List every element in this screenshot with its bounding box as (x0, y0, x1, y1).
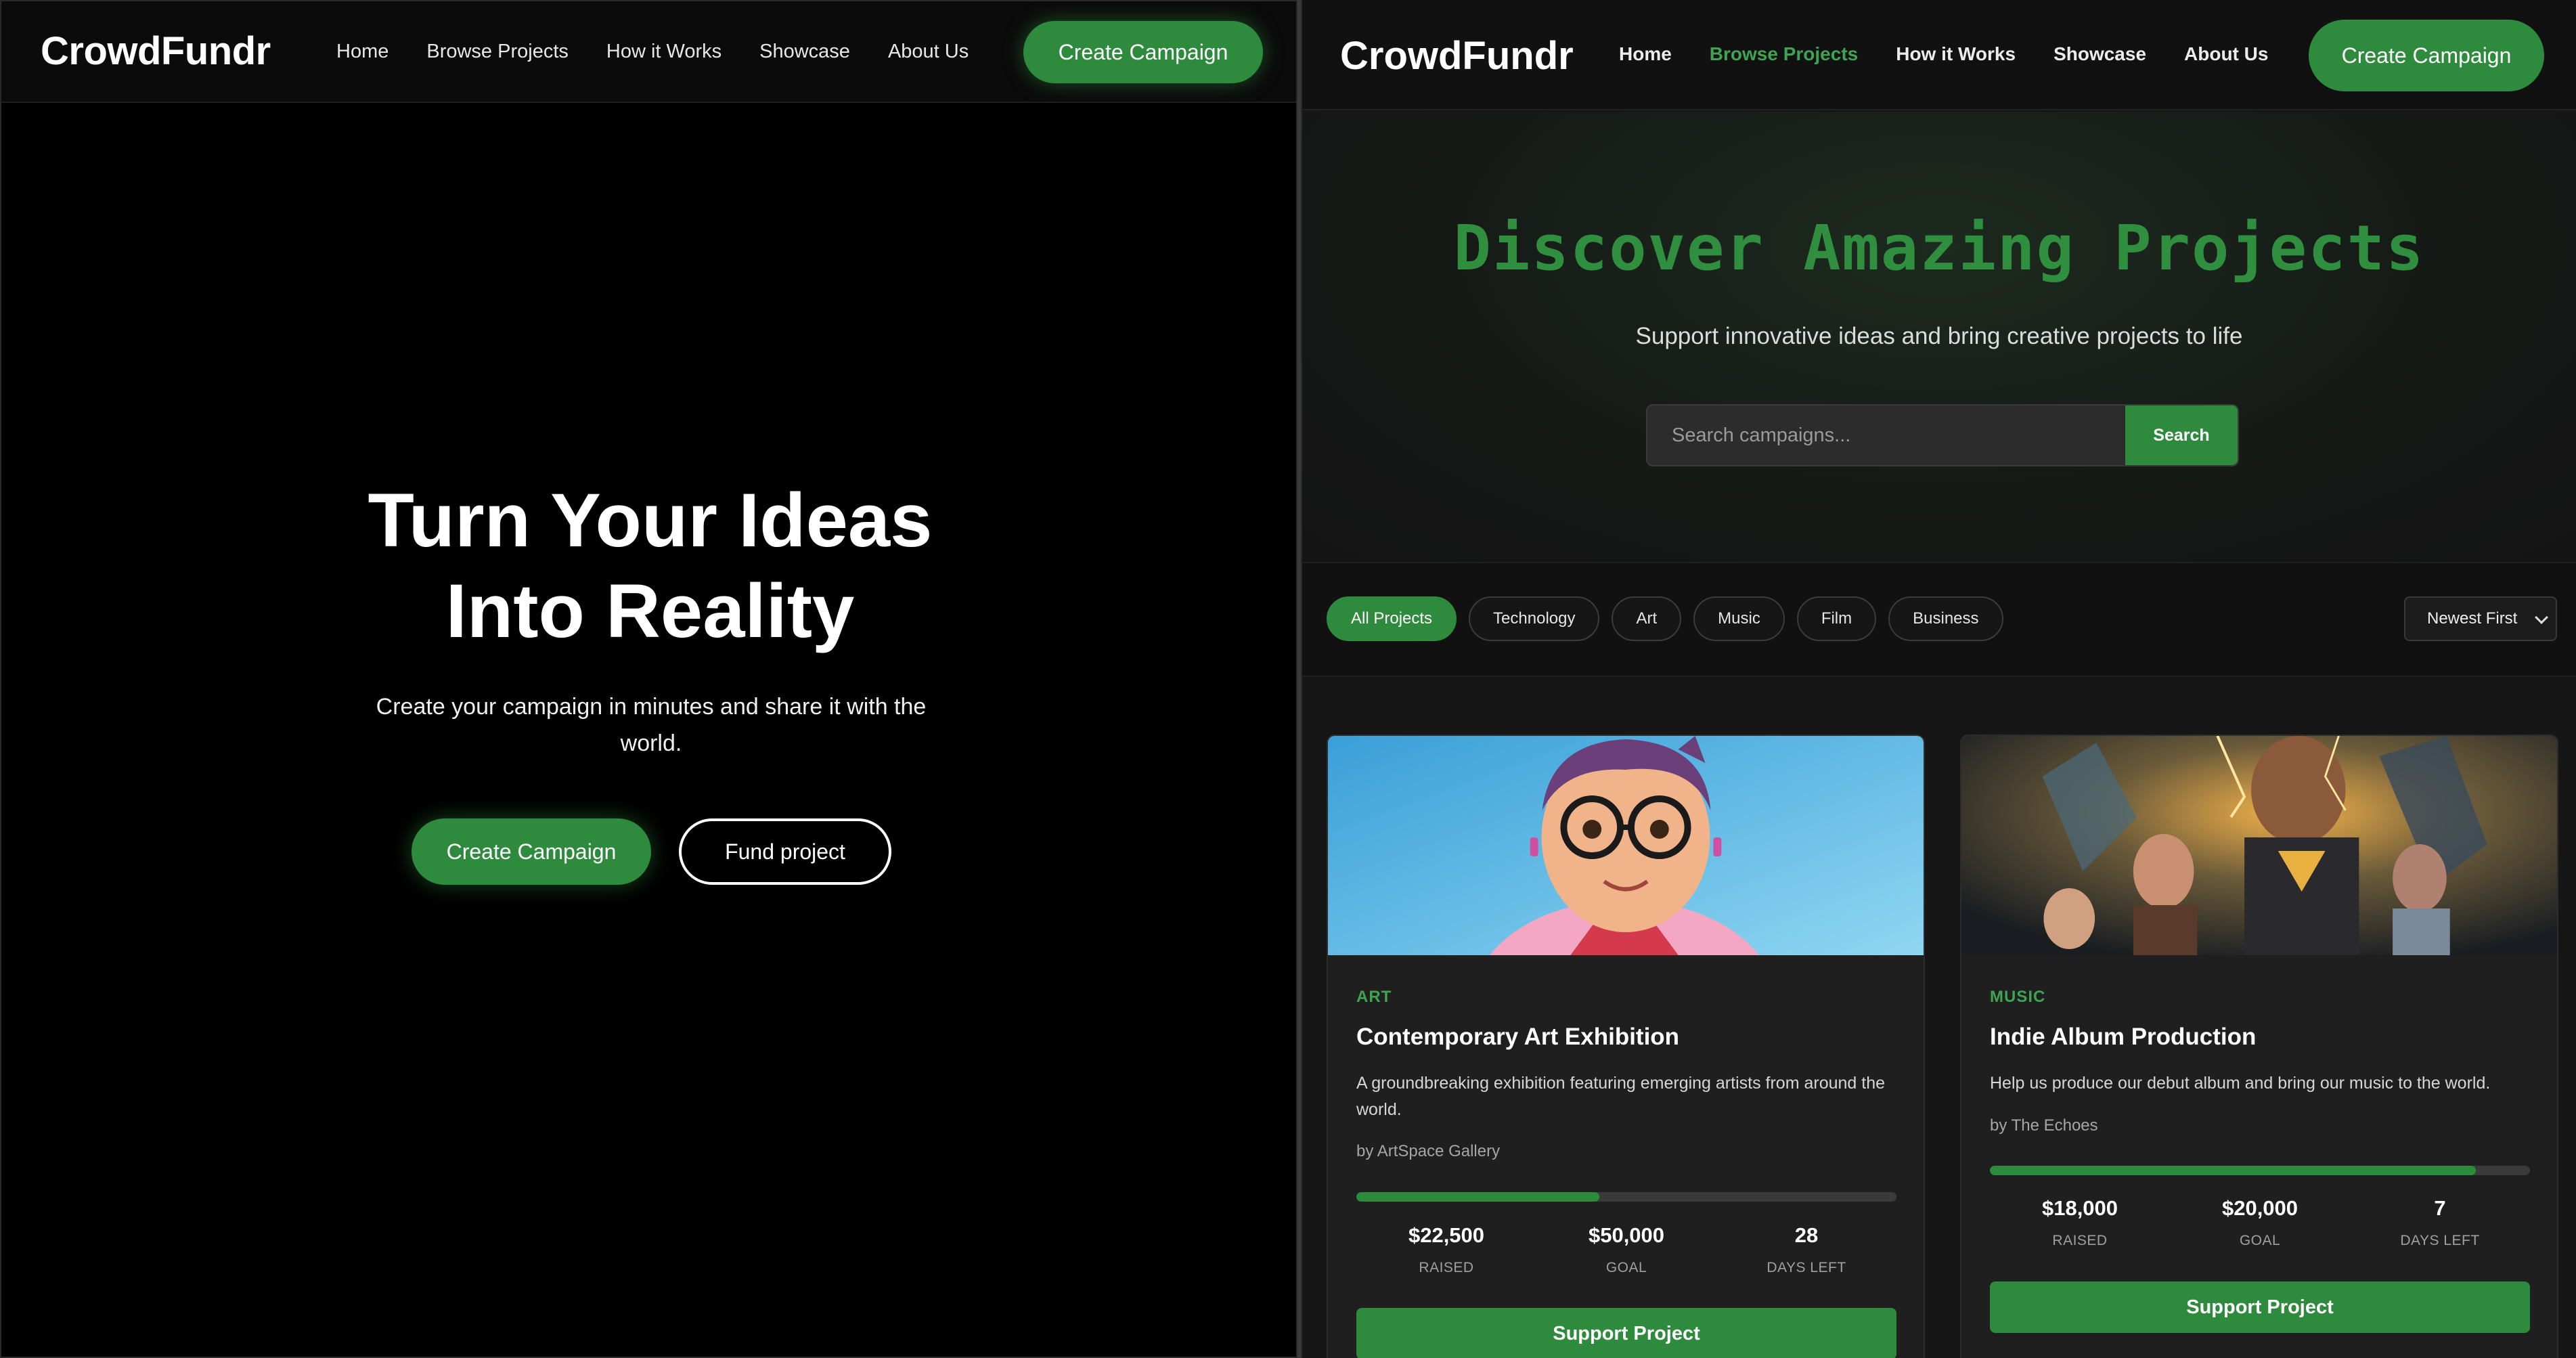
nav-link-showcase[interactable]: Showcase (2053, 43, 2146, 65)
brand-logo[interactable]: CrowdFundr (1340, 33, 1574, 79)
nav-links: Home Browse Projects How it Works Showca… (1619, 43, 2268, 65)
chip-film[interactable]: Film (1796, 596, 1877, 641)
top-navbar: CrowdFundr Home Browse Projects How it W… (1, 1, 1296, 103)
funding-progress-bar (1990, 1166, 2530, 1175)
brand-logo[interactable]: CrowdFundr (41, 28, 271, 74)
browse-projects-pane: CrowdFundr Home Browse Projects How it W… (1301, 0, 2576, 1358)
stat-raised: $18,000 RAISED (1999, 1196, 2161, 1249)
chip-business[interactable]: Business (1888, 596, 2003, 641)
goal-label: GOAL (2239, 1233, 2281, 1248)
project-image (1328, 736, 1924, 955)
filter-bar: All Projects Technology Art Music Film B… (1302, 562, 2576, 677)
chip-technology[interactable]: Technology (1469, 596, 1600, 641)
funding-progress-fill (1356, 1192, 1600, 1202)
superhero-poster-image (1961, 736, 2557, 955)
nav-link-about-us[interactable]: About Us (2184, 43, 2268, 65)
hero-title-line-2: Into Reality (445, 569, 855, 653)
nav-link-browse-projects[interactable]: Browse Projects (1710, 43, 1858, 65)
hero-title: Turn Your Ideas Into Reality (1, 475, 1296, 657)
raised-value: $18,000 (2041, 1196, 2118, 1220)
support-project-button[interactable]: Support Project (1356, 1308, 1896, 1358)
create-campaign-button[interactable]: Create Campaign (1023, 21, 1263, 83)
project-title[interactable]: Indie Album Production (1990, 1024, 2256, 1051)
project-creator: by ArtSpace Gallery (1356, 1142, 1501, 1160)
nav-link-how-it-works[interactable]: How it Works (606, 41, 721, 63)
stat-days-left: 7 DAYS LEFT (2359, 1196, 2521, 1249)
project-stats: $18,000 RAISED $20,000 GOAL 7 DAYS LEFT (1990, 1196, 2530, 1249)
goal-label: GOAL (1605, 1260, 1647, 1275)
create-campaign-button[interactable]: Create Campaign (2309, 20, 2544, 91)
page-subtitle: Support innovative ideas and bring creat… (1635, 323, 2243, 349)
nav-link-home[interactable]: Home (336, 41, 388, 63)
days-left-value: 28 (1794, 1223, 1819, 1247)
project-card[interactable]: ART Contemporary Art Exhibition A ground… (1327, 735, 1925, 1358)
project-title[interactable]: Contemporary Art Exhibition (1356, 1024, 1679, 1051)
category-chips: All Projects Technology Art Music Film B… (1327, 596, 2003, 641)
days-left-label: DAYS LEFT (1767, 1260, 1846, 1275)
nav-link-about-us[interactable]: About Us (888, 41, 969, 63)
chip-all-projects[interactable]: All Projects (1327, 596, 1457, 641)
stat-goal: $50,000 GOAL (1545, 1223, 1708, 1276)
fund-project-button[interactable]: Fund project (679, 818, 891, 885)
cartoon-woman-image (1328, 736, 1924, 955)
search-input[interactable] (1647, 406, 2125, 465)
sort-selected-value: Newest First (2427, 609, 2518, 628)
project-description: A groundbreaking exhibition featuring em… (1356, 1074, 1886, 1119)
funding-progress-fill (1990, 1166, 2477, 1175)
hero-subtitle: Create your campaign in minutes and shar… (376, 694, 927, 756)
project-creator: by The Echoes (1990, 1116, 2098, 1135)
chip-art[interactable]: Art (1612, 596, 1682, 641)
nav-link-how-it-works[interactable]: How it Works (1896, 43, 2016, 65)
nav-link-home[interactable]: Home (1619, 43, 1672, 65)
raised-label: RAISED (1419, 1260, 1474, 1275)
project-category: MUSIC (1990, 988, 2046, 1006)
hero-title-line-1: Turn Your Ideas (368, 478, 933, 563)
chip-music[interactable]: Music (1693, 596, 1785, 641)
project-image (1961, 736, 2557, 955)
funding-progress-bar (1356, 1192, 1896, 1202)
goal-value: $50,000 (1588, 1223, 1665, 1247)
search-button[interactable]: Search (2125, 406, 2238, 465)
goal-value: $20,000 (2221, 1196, 2299, 1220)
chevron-down-icon (2535, 611, 2548, 624)
sort-select[interactable]: Newest First (2404, 596, 2557, 641)
stat-raised: $22,500 RAISED (1365, 1223, 1528, 1276)
nav-link-browse-projects[interactable]: Browse Projects (426, 41, 569, 63)
stat-goal: $20,000 GOAL (2179, 1196, 2341, 1249)
nav-links: Home Browse Projects How it Works Showca… (336, 41, 969, 63)
support-project-button[interactable]: Support Project (1990, 1282, 2530, 1333)
project-category: ART (1356, 988, 1392, 1006)
project-stats: $22,500 RAISED $50,000 GOAL 28 DAYS LEFT (1356, 1223, 1896, 1276)
search-bar: Search (1646, 404, 2239, 466)
top-navbar: CrowdFundr Home Browse Projects How it W… (1302, 0, 2576, 110)
page-title: Discover Amazing Projects (1453, 212, 2425, 284)
project-description: Help us produce our debut album and brin… (1990, 1074, 2491, 1093)
nav-link-showcase[interactable]: Showcase (759, 41, 850, 63)
days-left-label: DAYS LEFT (2400, 1233, 2480, 1248)
landing-page-pane: CrowdFundr Home Browse Projects How it W… (0, 0, 1297, 1358)
browse-hero: Discover Amazing Projects Support innova… (1302, 112, 2576, 562)
raised-label: RAISED (2052, 1233, 2108, 1248)
raised-value: $22,500 (1408, 1223, 1485, 1247)
days-left-value: 7 (2434, 1196, 2446, 1220)
project-card[interactable]: MUSIC Indie Album Production Help us pro… (1960, 735, 2558, 1358)
hero-create-campaign-button[interactable]: Create Campaign (412, 818, 651, 885)
stat-days-left: 28 DAYS LEFT (1725, 1223, 1888, 1276)
